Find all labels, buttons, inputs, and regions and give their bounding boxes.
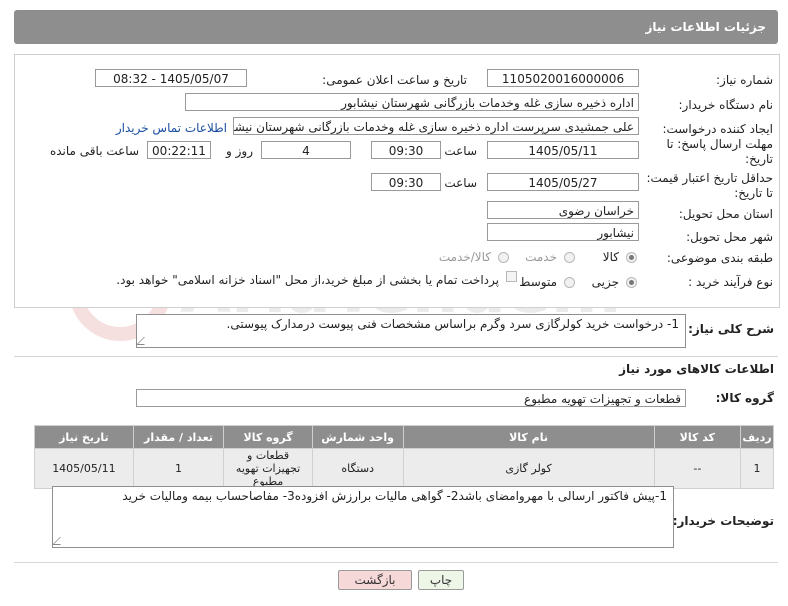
- creator-label: ایجاد کننده درخواست:: [662, 122, 773, 136]
- col-qty: تعداد / مقدار: [132, 425, 225, 449]
- goods-group-label: گروه کالا:: [715, 391, 774, 405]
- goods-table: ردیف کد کالا نام کالا واحد شمارش گروه کا…: [34, 425, 774, 489]
- process-option-small: جزیی: [591, 275, 619, 289]
- cell-code: --: [653, 448, 742, 489]
- buyer-notes-text: 1-پیش فاکتور ارسالی با مهروامضای باشد2- …: [122, 489, 667, 503]
- need-number-field: 1105020016000006: [487, 69, 639, 87]
- description-label: شرح کلی نیاز:: [688, 322, 774, 336]
- print-button[interactable]: چاپ: [418, 570, 464, 590]
- category-option-goods-service: کالا/خدمت: [438, 250, 491, 264]
- cell-unit: دستگاه: [311, 448, 404, 489]
- price-date-field: 1405/05/27: [487, 173, 639, 191]
- info-panel: شماره نیاز: 1105020016000006 تاریخ و ساع…: [14, 54, 780, 308]
- col-name: نام کالا: [402, 425, 655, 449]
- province-field: خراسان رضوی: [487, 201, 639, 219]
- category-radio-service[interactable]: [564, 252, 575, 263]
- city-label: شهر محل تحویل:: [686, 230, 773, 244]
- divider: [14, 356, 778, 357]
- col-code: کد کالا: [653, 425, 742, 449]
- category-label: طبقه بندی موضوعی:: [666, 251, 773, 265]
- col-row: ردیف: [740, 425, 774, 449]
- creator-field: علی جمشیدی سرپرست اداره ذخیره سازی غله و…: [233, 117, 639, 135]
- col-group: گروه کالا: [223, 425, 313, 449]
- treasury-payment-checkbox[interactable]: [506, 271, 517, 282]
- province-label: استان محل تحویل:: [678, 207, 773, 221]
- days-field: 4: [261, 141, 351, 159]
- description-textarea[interactable]: 1- درخواست خرید کولرگازی سرد وگرم براساس…: [136, 314, 686, 348]
- category-radio-goods-service[interactable]: [498, 252, 509, 263]
- buyer-notes-label: توضیحات خریدار:: [672, 514, 774, 528]
- price-validity-label-date: تا تاریخ:: [734, 186, 773, 200]
- category-option-service: خدمت: [525, 250, 557, 264]
- col-date: تاریخ نیاز: [34, 425, 134, 449]
- cell-name: کولر گازی: [402, 448, 655, 489]
- goods-group-field: قطعات و تجهیزات تهویه مطبوع: [136, 389, 686, 407]
- cell-qty: 1: [132, 448, 225, 489]
- days-label: روز و: [226, 144, 253, 158]
- back-button[interactable]: بازگشت: [338, 570, 412, 590]
- deadline-time-label: ساعت: [444, 144, 477, 158]
- cell-date: 1405/05/11: [34, 448, 134, 489]
- divider: [14, 562, 778, 563]
- city-field: نیشابور: [487, 223, 639, 241]
- price-validity-label: حداقل تاریخ اعتبار قیمت:: [646, 171, 773, 185]
- buyer-notes-textarea[interactable]: 1-پیش فاکتور ارسالی با مهروامضای باشد2- …: [52, 486, 674, 548]
- deadline-date-field: 1405/05/11: [487, 141, 639, 159]
- remaining-label: ساعت باقی مانده: [49, 144, 139, 158]
- col-unit: واحد شمارش: [311, 425, 404, 449]
- deadline-label: مهلت ارسال پاسخ: تا: [666, 137, 773, 151]
- remaining-time-field: 00:22:11: [147, 141, 211, 159]
- need-details-page: جزئیات اطلاعات نیاز AriaTender.net شماره…: [0, 0, 788, 606]
- buyer-org-field: اداره ذخیره سازی غله وخدمات بازرگانی شهر…: [185, 93, 639, 111]
- price-time-label: ساعت: [444, 176, 477, 190]
- deadline-label-date: تاریخ:: [745, 152, 773, 166]
- need-number-label: شماره نیاز:: [716, 73, 773, 87]
- buyer-org-label: نام دستگاه خریدار:: [678, 98, 774, 112]
- category-radio-goods[interactable]: [626, 252, 637, 263]
- deadline-time-field: 09:30: [371, 141, 441, 159]
- announce-label: تاریخ و ساعت اعلان عمومی:: [322, 73, 467, 87]
- process-option-medium: متوسط: [519, 275, 557, 289]
- cell-group: قطعات و تجهیزات تهویه مطبوع: [223, 448, 313, 489]
- title-bar: جزئیات اطلاعات نیاز: [14, 10, 778, 44]
- cell-row: 1: [740, 448, 774, 489]
- table-row: 1 -- کولر گازی دستگاه قطعات و تجهیزات ته…: [34, 448, 774, 489]
- description-text: 1- درخواست خرید کولرگازی سرد وگرم براساس…: [226, 317, 680, 331]
- process-radio-medium[interactable]: [564, 277, 575, 288]
- announce-field: 1405/05/07 - 08:32: [95, 69, 247, 87]
- buyer-contact-link[interactable]: اطلاعات تماس خریدار: [116, 121, 227, 135]
- page-title: جزئیات اطلاعات نیاز: [645, 20, 766, 34]
- resize-handle-icon[interactable]: [52, 537, 68, 545]
- process-label: نوع فرآیند خرید :: [688, 275, 773, 289]
- resize-handle-icon[interactable]: [136, 337, 152, 345]
- goods-section-title: اطلاعات کالاهای مورد نیاز: [619, 362, 774, 376]
- category-option-goods: کالا: [602, 250, 619, 264]
- price-time-field: 09:30: [371, 173, 441, 191]
- treasury-payment-note: پرداخت تمام یا بخشی از مبلغ خرید،از محل …: [116, 273, 499, 287]
- process-radio-small[interactable]: [626, 277, 637, 288]
